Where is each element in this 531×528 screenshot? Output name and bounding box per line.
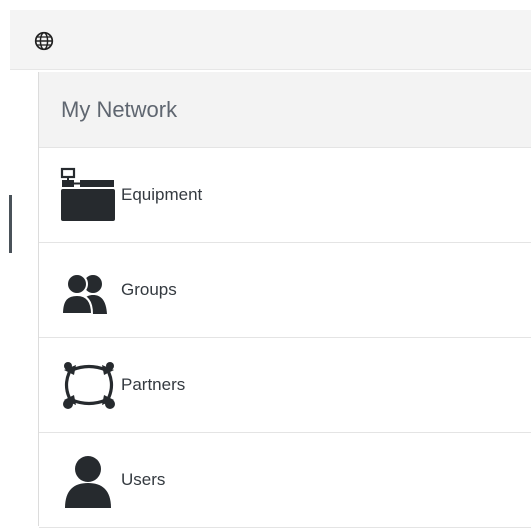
groups-icon bbox=[60, 273, 107, 315]
menu-item-label: Equipment bbox=[121, 185, 203, 204]
side-strip bbox=[10, 70, 38, 526]
panel-title: My Network bbox=[39, 72, 531, 148]
menu-item-label: Users bbox=[121, 470, 166, 489]
menu-item-label: Partners bbox=[121, 375, 186, 394]
menu-item-equipment[interactable]: Equipment bbox=[39, 148, 531, 243]
equipment-icon bbox=[60, 167, 115, 221]
menu-item-label: Groups bbox=[121, 280, 177, 299]
users-icon bbox=[65, 456, 111, 508]
globe-icon[interactable] bbox=[34, 31, 54, 51]
side-active-indicator bbox=[9, 195, 12, 253]
menu-item-users[interactable]: Users bbox=[39, 433, 531, 528]
network-panel: My Network Equipment Groups Partners Use… bbox=[38, 72, 531, 528]
partners-icon bbox=[63, 362, 115, 409]
menu-item-groups[interactable]: Groups bbox=[39, 243, 531, 338]
menu-item-partners[interactable]: Partners bbox=[39, 338, 531, 433]
top-bar bbox=[10, 10, 531, 70]
